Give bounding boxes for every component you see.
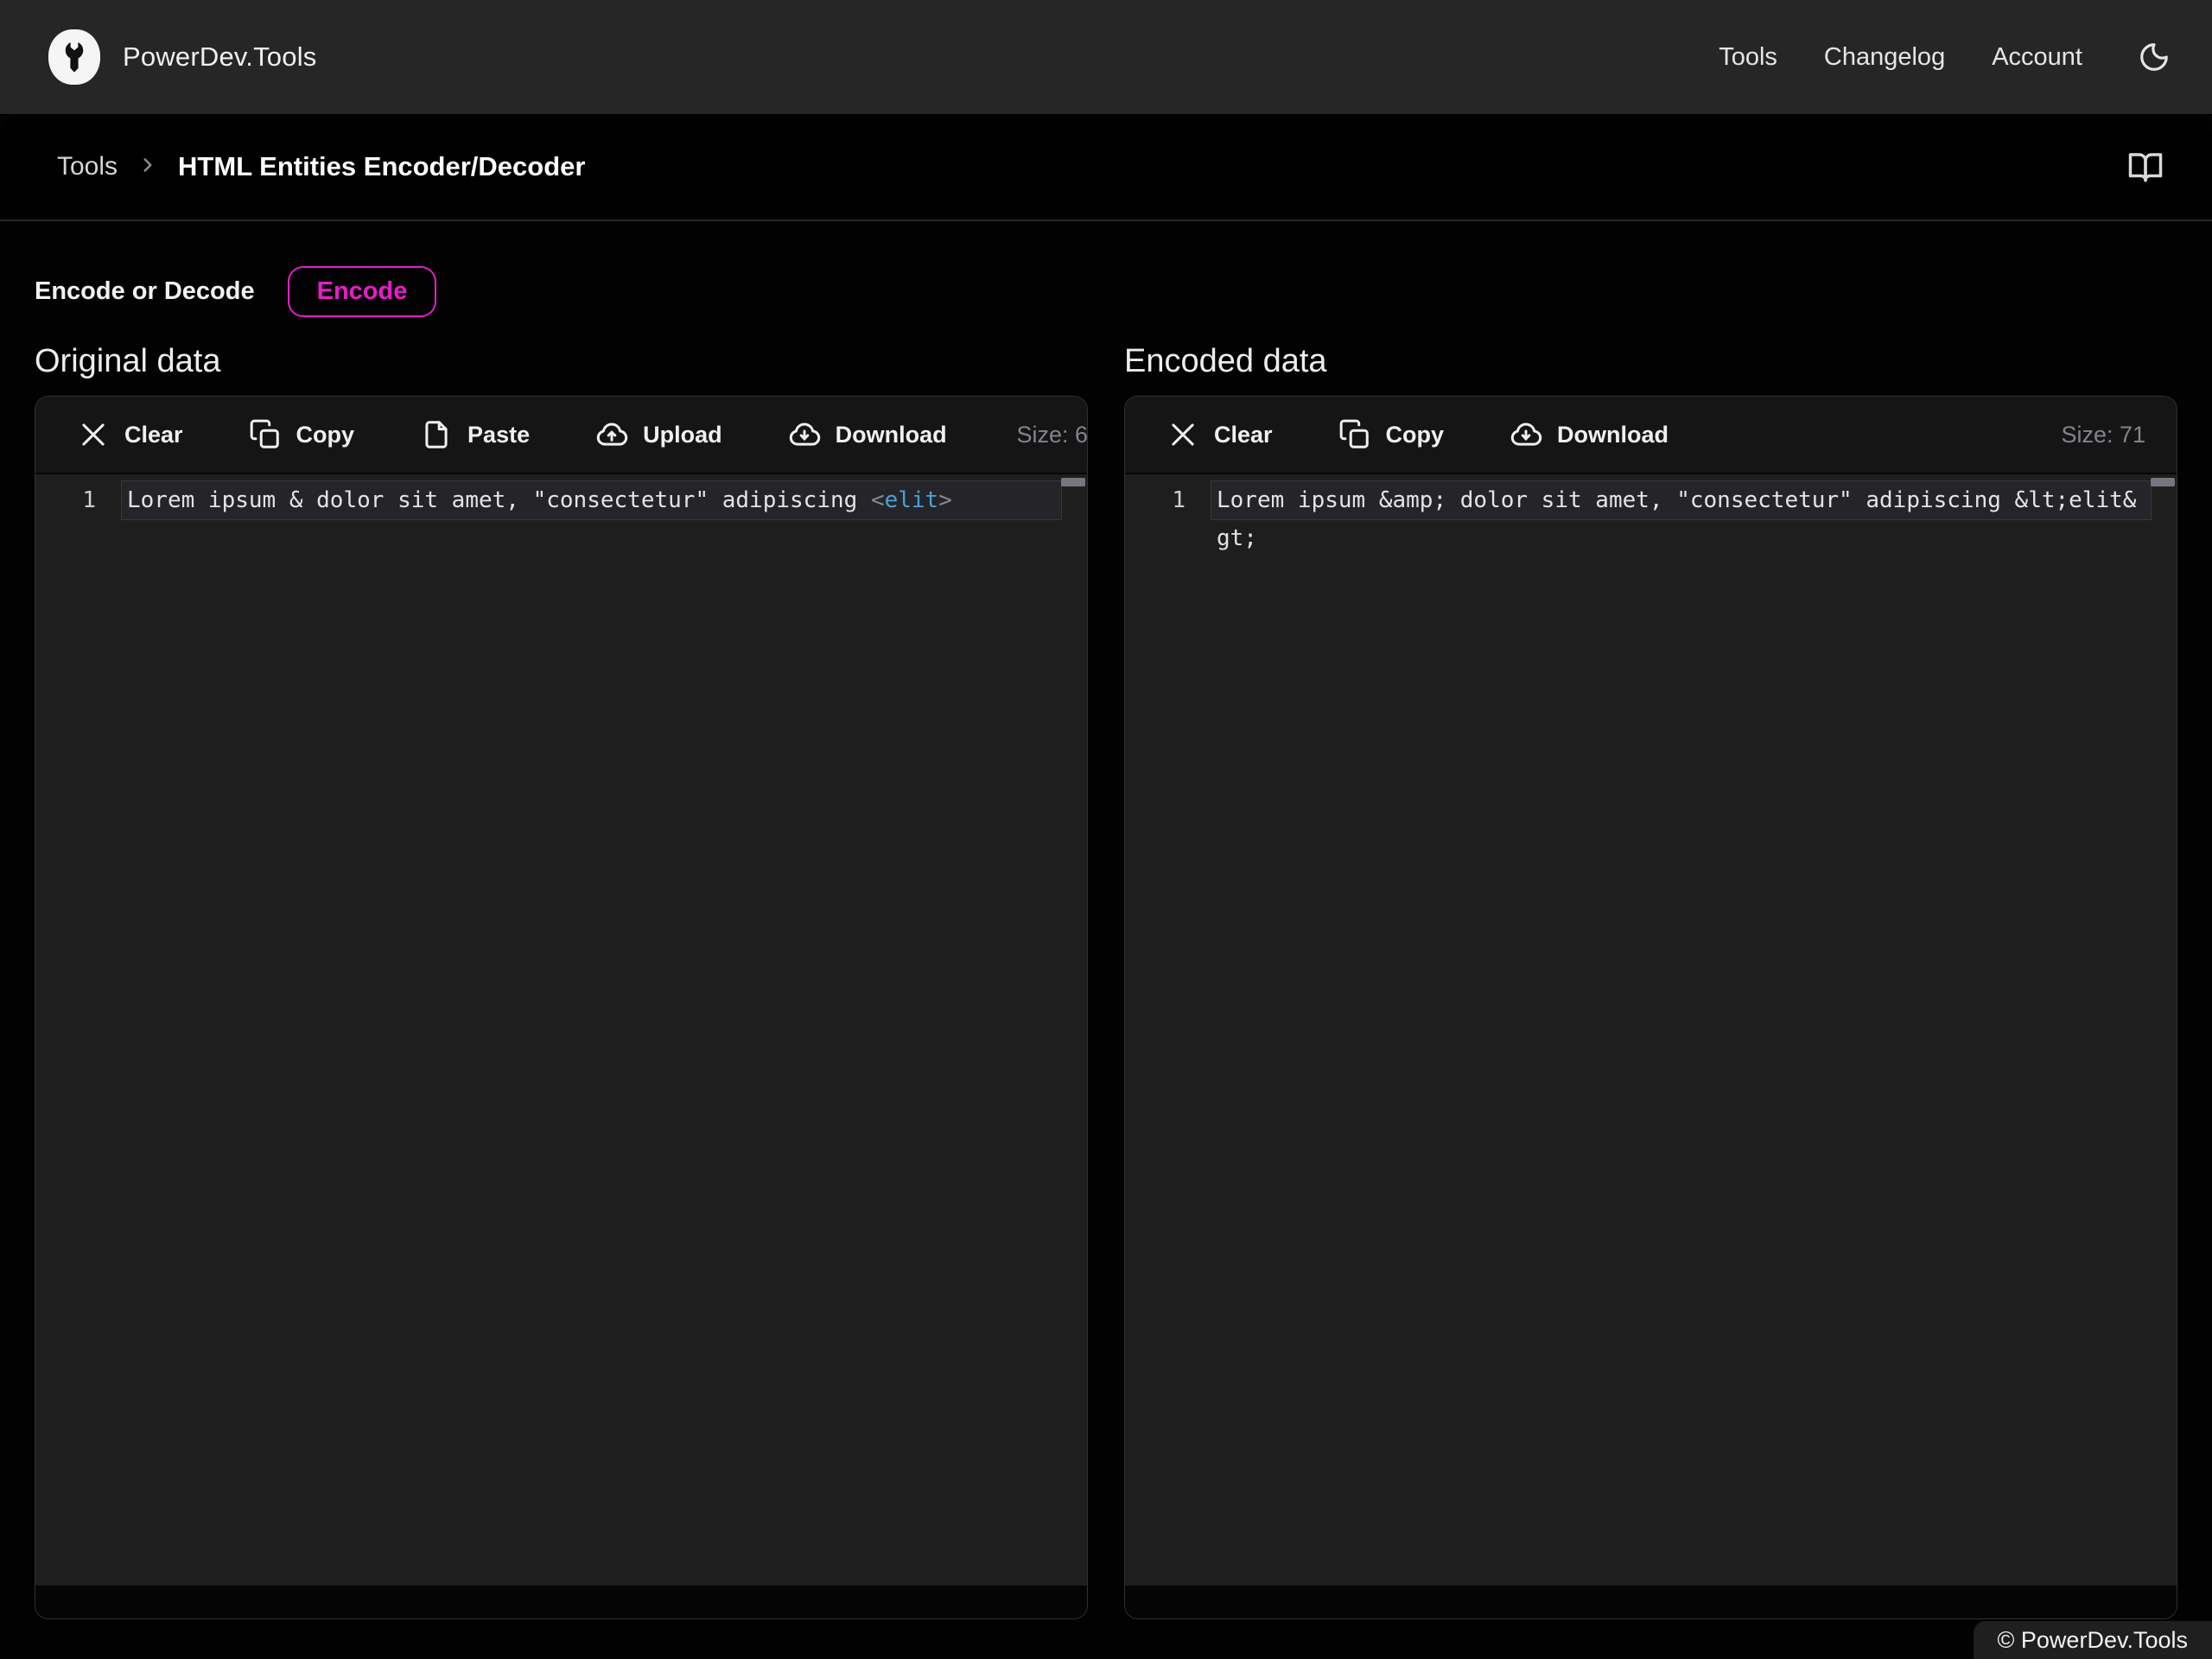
encode-mode-button[interactable]: Encode <box>288 266 437 317</box>
upload-icon <box>595 418 628 451</box>
encoded-panel-bottom-strip <box>1125 1586 2177 1618</box>
original-heading: Original data <box>35 343 1088 380</box>
tool-button-label: Paste <box>467 422 530 448</box>
breadcrumb: Tools HTML Entities Encoder/Decoder <box>57 151 585 182</box>
paste-icon <box>420 418 453 451</box>
wrench-logo-icon <box>48 29 100 85</box>
token-bracket: > <box>938 487 952 513</box>
moon-icon[interactable] <box>2138 41 2171 73</box>
chevron-right-icon <box>137 154 159 181</box>
download-icon <box>788 418 821 451</box>
mode-row: Encode or Decode Encode <box>35 221 2177 317</box>
nav-link-tools[interactable]: Tools <box>1719 43 1777 72</box>
panel-column-encoded: Encoded data Clear Copy Download Size: 71 1 Lo… <box>1124 317 2177 1619</box>
code-line: Lorem ipsum & dolor sit amet, "consectet… <box>122 481 1061 519</box>
code-line: Lorem ipsum &amp; dolor sit amet, "conse… <box>1211 481 2151 519</box>
brand[interactable]: PowerDev.Tools <box>48 29 316 85</box>
tool-button-label: Copy <box>1386 422 1445 448</box>
copyright-text: © PowerDev.Tools <box>1998 1627 2188 1654</box>
original-copy-button[interactable]: Copy <box>233 418 371 451</box>
original-size-label: Size: 61 <box>1016 422 1088 448</box>
encoded-copy-button[interactable]: Copy <box>1323 418 1460 451</box>
encoded-download-button[interactable]: Download <box>1494 418 1684 451</box>
original-toolbar: Clear Copy Paste Upload Download Size: 61 <box>35 397 1087 473</box>
token-plain: Lorem ipsum & dolor sit amet, "consectet… <box>127 487 871 513</box>
copy-icon <box>1338 418 1371 451</box>
main-content: Encode or Decode Encode Original data Cle… <box>0 221 2212 1619</box>
line-number: 1 <box>1142 481 1185 519</box>
line-number <box>1142 519 1185 557</box>
original-editor[interactable]: 1 Lorem ipsum & dolor sit amet, "consecte… <box>35 473 1087 1586</box>
tool-button-label: Download <box>1557 422 1669 448</box>
tool-button-label: Copy <box>296 422 355 448</box>
encoded-scrollbar-thumb[interactable] <box>2151 478 2175 486</box>
original-clear-button[interactable]: Clear <box>61 418 199 451</box>
nav-link-changelog[interactable]: Changelog <box>1824 43 1945 72</box>
encoded-panel: Clear Copy Download Size: 71 1 Lorem ipsum &a… <box>1124 396 2177 1619</box>
copyright-footer: © PowerDev.Tools <box>1974 1621 2212 1659</box>
top-navbar: PowerDev.Tools Tools Changelog Account <box>0 0 2212 114</box>
encoded-size-label: Size: 71 <box>2061 422 2145 448</box>
clear-icon <box>77 418 110 451</box>
tool-button-label: Clear <box>124 422 183 448</box>
original-scrollbar-thumb[interactable] <box>1061 478 1085 486</box>
original-panel-bottom-strip <box>35 1586 1087 1618</box>
token-plain: gt; <box>1217 525 1257 551</box>
original-upload-button[interactable]: Upload <box>580 418 738 451</box>
token-tag: elit <box>885 487 939 513</box>
original-download-button[interactable]: Download <box>772 418 963 451</box>
tool-button-label: Upload <box>643 422 722 448</box>
tool-button-label: Download <box>836 422 947 448</box>
clear-icon <box>1166 418 1199 451</box>
mode-label: Encode or Decode <box>35 277 255 306</box>
line-number: 1 <box>53 481 96 519</box>
original-paste-button[interactable]: Paste <box>404 418 545 451</box>
original-panel: Clear Copy Paste Upload Download Size: 61 1 Lor… <box>35 396 1088 1619</box>
encoded-editor[interactable]: 1 Lorem ipsum &amp; dolor sit amet, "cons… <box>1125 473 2177 1586</box>
panel-column-original: Original data Clear Copy Paste Upload Downloa… <box>35 317 1088 1619</box>
navbar-links: Tools Changelog Account <box>1719 41 2171 73</box>
encoded-clear-button[interactable]: Clear <box>1151 418 1288 451</box>
editor-row: gt; <box>1142 519 2177 557</box>
token-bracket: < <box>871 487 885 513</box>
brand-name: PowerDev.Tools <box>123 41 316 73</box>
panels-row: Original data Clear Copy Paste Upload Downloa… <box>35 317 2177 1619</box>
token-plain: Lorem ipsum &amp; dolor sit amet, "conse… <box>1217 487 2136 513</box>
breadcrumb-bar: Tools HTML Entities Encoder/Decoder <box>0 114 2212 221</box>
code-line: gt; <box>1211 519 2151 557</box>
copy-icon <box>249 418 282 451</box>
book-open-icon[interactable] <box>2127 149 2164 185</box>
editor-row: 1 Lorem ipsum &amp; dolor sit amet, "cons… <box>1142 481 2177 519</box>
breadcrumb-tools-link[interactable]: Tools <box>57 152 118 181</box>
encoded-toolbar: Clear Copy Download Size: 71 <box>1125 397 2177 473</box>
download-icon <box>1510 418 1542 451</box>
encoded-heading: Encoded data <box>1124 343 2177 380</box>
editor-row: 1 Lorem ipsum & dolor sit amet, "consecte… <box>53 481 1087 519</box>
tool-button-label: Clear <box>1214 422 1273 448</box>
nav-link-account[interactable]: Account <box>1992 43 2082 72</box>
page-title: HTML Entities Encoder/Decoder <box>178 151 585 182</box>
